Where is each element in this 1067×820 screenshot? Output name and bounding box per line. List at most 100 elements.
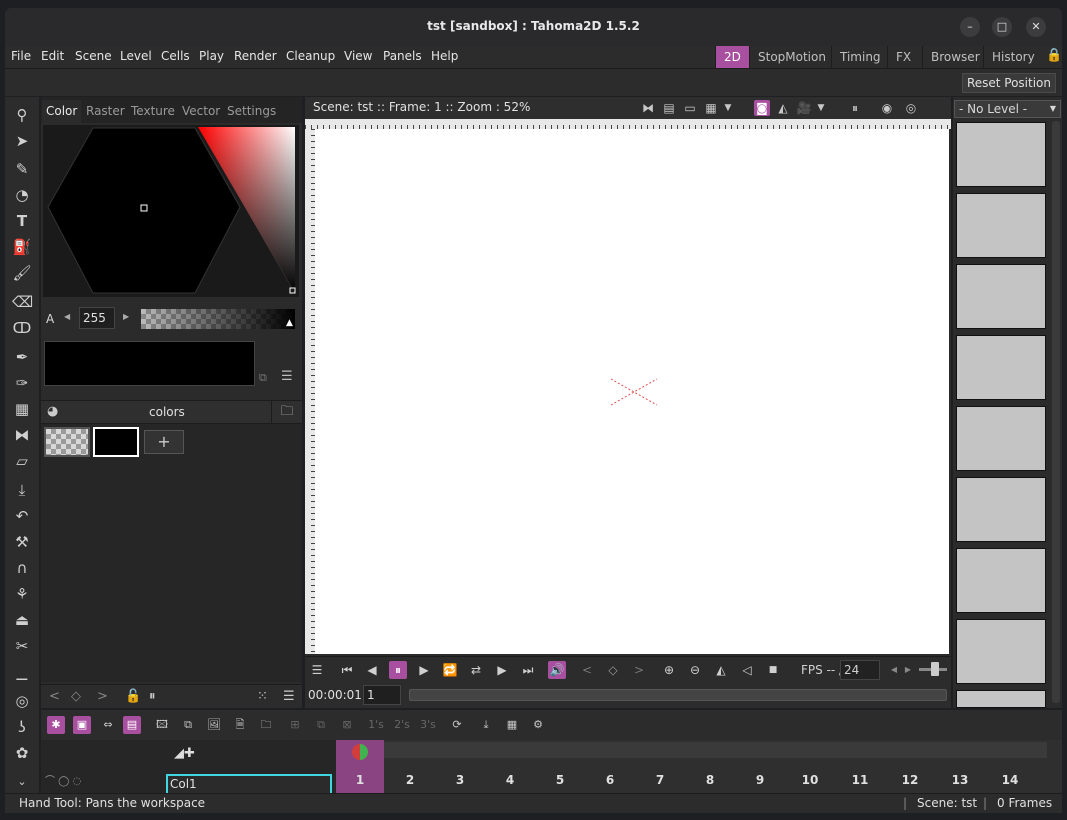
document-icon[interactable]: 🗎 <box>231 716 249 734</box>
menu-cleanup[interactable]: Cleanup <box>286 49 335 63</box>
add-column-icon[interactable]: ◢✚ <box>174 746 195 761</box>
frame-number[interactable]: 12 <box>900 773 920 787</box>
tab-raster[interactable]: Raster <box>82 100 129 123</box>
fill-tool-icon[interactable]: ⛽ <box>12 237 32 257</box>
level-cell[interactable] <box>956 406 1046 471</box>
clone-icon[interactable]: ⧉ <box>312 716 330 734</box>
color-wheel[interactable] <box>43 125 299 297</box>
zoom-out-icon[interactable]: ⊖ <box>686 661 704 679</box>
sound-icon[interactable]: 🔊 <box>548 661 566 679</box>
add-style-button[interactable]: + <box>144 430 184 454</box>
color-wheel-area[interactable] <box>43 125 299 297</box>
keyframe-diamond-icon[interactable]: ◇ <box>71 689 81 704</box>
geometric-tool-icon[interactable]: ◔ <box>12 185 32 205</box>
reset-position-button[interactable]: Reset Position <box>961 73 1056 93</box>
alpha-increase-icon[interactable]: ▶ <box>123 312 129 321</box>
palette-menu-icon[interactable]: ☰ <box>283 689 295 704</box>
alpha-input[interactable]: 255 <box>79 307 115 329</box>
type-tool-icon[interactable]: T <box>12 211 32 231</box>
subcamera-preview-icon[interactable]: ◎ <box>903 100 919 116</box>
pump-tool-icon[interactable]: ↶ <box>12 506 32 526</box>
delete-cells-icon[interactable]: ⊠ <box>338 716 356 734</box>
level-cell[interactable] <box>956 477 1046 542</box>
new-note-icon[interactable]: 🖾 <box>153 716 171 734</box>
room-tab-2d[interactable]: 2D <box>715 46 749 68</box>
camera-view-icon[interactable]: 🎥 <box>796 100 812 116</box>
new-raster-level-icon[interactable]: ⇔ <box>99 716 117 734</box>
frame-number[interactable]: 2 <box>400 773 420 787</box>
viewer-menu-icon[interactable]: ☰ <box>308 661 326 679</box>
new-toonz-raster-level-icon[interactable]: ▣ <box>73 716 91 734</box>
skeleton-tool-icon[interactable]: ⚘ <box>12 584 32 604</box>
bone-tool-icon[interactable]: ⚊ <box>12 665 32 685</box>
level-strip-scrollbar[interactable] <box>1052 121 1060 703</box>
drawing-canvas[interactable] <box>315 129 949 654</box>
ping-pong-icon[interactable]: ⇄ <box>467 661 485 679</box>
alpha-slider[interactable] <box>141 309 295 329</box>
column-controls-icon[interactable]: ⌒ ◯ ◌ <box>45 772 81 787</box>
key-diamond-icon[interactable]: ◇ <box>604 661 622 679</box>
onion-skin-icon[interactable] <box>349 742 371 762</box>
frame-number[interactable]: 11 <box>850 773 870 787</box>
selection-tool-icon[interactable]: ➤ <box>12 131 32 151</box>
menu-view[interactable]: View <box>344 49 372 63</box>
room-tab-stopmotion[interactable]: StopMotion <box>749 46 834 68</box>
camera-level-icon[interactable]: ⧉ <box>179 716 197 734</box>
step-3-button[interactable]: 3's <box>419 716 437 734</box>
tab-color[interactable]: Color <box>42 100 82 123</box>
frame-number[interactable]: 9 <box>750 773 770 787</box>
preview-eye-icon[interactable]: ◉ <box>879 100 895 116</box>
alpha-slider-handle-icon[interactable]: ▲ <box>286 318 293 328</box>
folder-icon[interactable]: 🗀 <box>257 716 275 734</box>
paint-brush-tool-icon[interactable]: 🖌 <box>12 263 32 283</box>
tracker-tool-icon[interactable]: ◎ <box>12 691 32 711</box>
level-cell[interactable] <box>956 122 1046 187</box>
level-cell[interactable] <box>956 193 1046 258</box>
frame-number[interactable]: 6 <box>600 773 620 787</box>
brush-tool-icon[interactable]: ✎ <box>12 159 32 179</box>
lock-icon[interactable]: 🔒 <box>1046 48 1062 63</box>
tab-vector[interactable]: Vector <box>178 100 224 123</box>
style-chip-transparent[interactable] <box>44 427 90 457</box>
frame-number[interactable]: 13 <box>950 773 970 787</box>
insert-frame-icon[interactable]: ⤓ <box>477 716 495 734</box>
menu-help[interactable]: Help <box>431 49 458 63</box>
stop-icon[interactable]: ■ <box>764 661 782 679</box>
fps-input[interactable]: 24 <box>840 660 880 680</box>
level-cell[interactable] <box>956 548 1046 613</box>
pause-button-icon[interactable]: ⏸ <box>389 661 407 679</box>
mirror-tool-icon[interactable]: ⧓ <box>12 425 32 445</box>
menu-cells[interactable]: Cells <box>161 49 190 63</box>
frame-number[interactable]: 10 <box>800 773 820 787</box>
style-picker-tool-icon[interactable]: ✒ <box>12 347 32 367</box>
frame-number[interactable]: 7 <box>650 773 670 787</box>
plastic-tool-icon[interactable]: ✿ <box>12 743 32 763</box>
alpha-decrease-icon[interactable]: ◀ <box>64 312 70 321</box>
room-tab-timing[interactable]: Timing <box>831 46 889 68</box>
frame-number[interactable]: 14 <box>1000 773 1020 787</box>
play-icon[interactable]: ▶ <box>415 661 433 679</box>
step-2-button[interactable]: 2's <box>393 716 411 734</box>
menu-panels[interactable]: Panels <box>383 49 422 63</box>
hook-tool-icon[interactable]: ʖ <box>12 717 32 737</box>
cutter-tool-icon[interactable]: ✂ <box>12 636 32 656</box>
camera-chevron-down-icon[interactable]: ▼ <box>813 100 829 116</box>
menu-level[interactable]: Level <box>120 49 152 63</box>
animate-tool-icon[interactable]: ⚲ <box>12 105 32 125</box>
level-cell[interactable] <box>956 619 1046 684</box>
room-tab-history[interactable]: History <box>983 46 1043 68</box>
menu-file[interactable]: File <box>11 49 31 63</box>
frame-number[interactable]: 5 <box>550 773 570 787</box>
menu-render[interactable]: Render <box>234 49 277 63</box>
close-button[interactable]: ✕ <box>1026 17 1046 37</box>
rotate-view-icon[interactable]: ◁ <box>738 661 756 679</box>
unlock-icon[interactable]: 🔓 <box>125 689 141 704</box>
room-tab-browser[interactable]: Browser <box>922 46 988 68</box>
room-tab-fx[interactable]: FX <box>887 46 919 68</box>
camera-box-icon[interactable]: ▭ <box>682 100 698 116</box>
pause-icon[interactable]: ⏸ <box>149 689 156 704</box>
fps-slider-handle[interactable] <box>931 662 939 676</box>
step-1-button[interactable]: 1's <box>367 716 385 734</box>
table-view-icon[interactable]: ▤ <box>661 100 677 116</box>
new-vector-level-icon[interactable]: ✱ <box>47 716 65 734</box>
